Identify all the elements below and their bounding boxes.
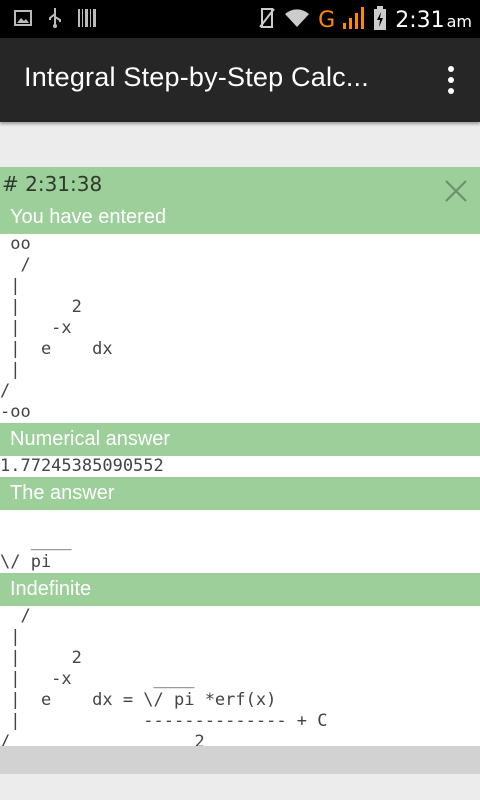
- network-type-label: G: [318, 7, 336, 33]
- page-title: Integral Step-by-Step Calc...: [24, 62, 369, 92]
- result-card: # 2:31:38 You have entered oo / | | 2 | …: [0, 167, 480, 753]
- status-bar: G 2:31 am: [0, 0, 480, 38]
- indefinite-answer: / | | 2 | -x ____ | e dx = \/ pi *erf(x)…: [0, 606, 480, 753]
- exact-answer: ____ \/ pi: [0, 510, 480, 573]
- overflow-dot: [448, 88, 454, 94]
- section-label-entered: You have entered: [0, 201, 480, 234]
- battery-charging-icon: [373, 6, 387, 34]
- image-icon: [14, 10, 32, 30]
- section-label-numerical: Numerical answer: [0, 423, 480, 456]
- overflow-dot: [448, 66, 454, 72]
- usb-icon: [48, 8, 62, 32]
- section-label-answer: The answer: [0, 477, 480, 510]
- status-clock: 2:31 am: [395, 7, 472, 33]
- overflow-menu-button[interactable]: [444, 66, 458, 94]
- signal-icon: [343, 7, 365, 33]
- app-bar: Integral Step-by-Step Calc...: [0, 38, 480, 122]
- barcode-icon: [78, 9, 96, 31]
- vibrate-icon: [258, 7, 276, 33]
- numerical-answer: 1.77245385090552: [0, 456, 480, 477]
- result-header: # 2:31:38: [0, 167, 480, 203]
- section-label-indefinite: Indefinite: [0, 573, 480, 606]
- bottom-bar: [0, 746, 480, 774]
- close-icon[interactable]: [444, 179, 468, 203]
- result-timestamp: # 2:31:38: [2, 172, 103, 196]
- entered-expression: oo / | | 2 | -x | e dx | / -oo: [0, 234, 480, 423]
- overflow-dot: [448, 77, 454, 83]
- wifi-icon: [284, 8, 310, 32]
